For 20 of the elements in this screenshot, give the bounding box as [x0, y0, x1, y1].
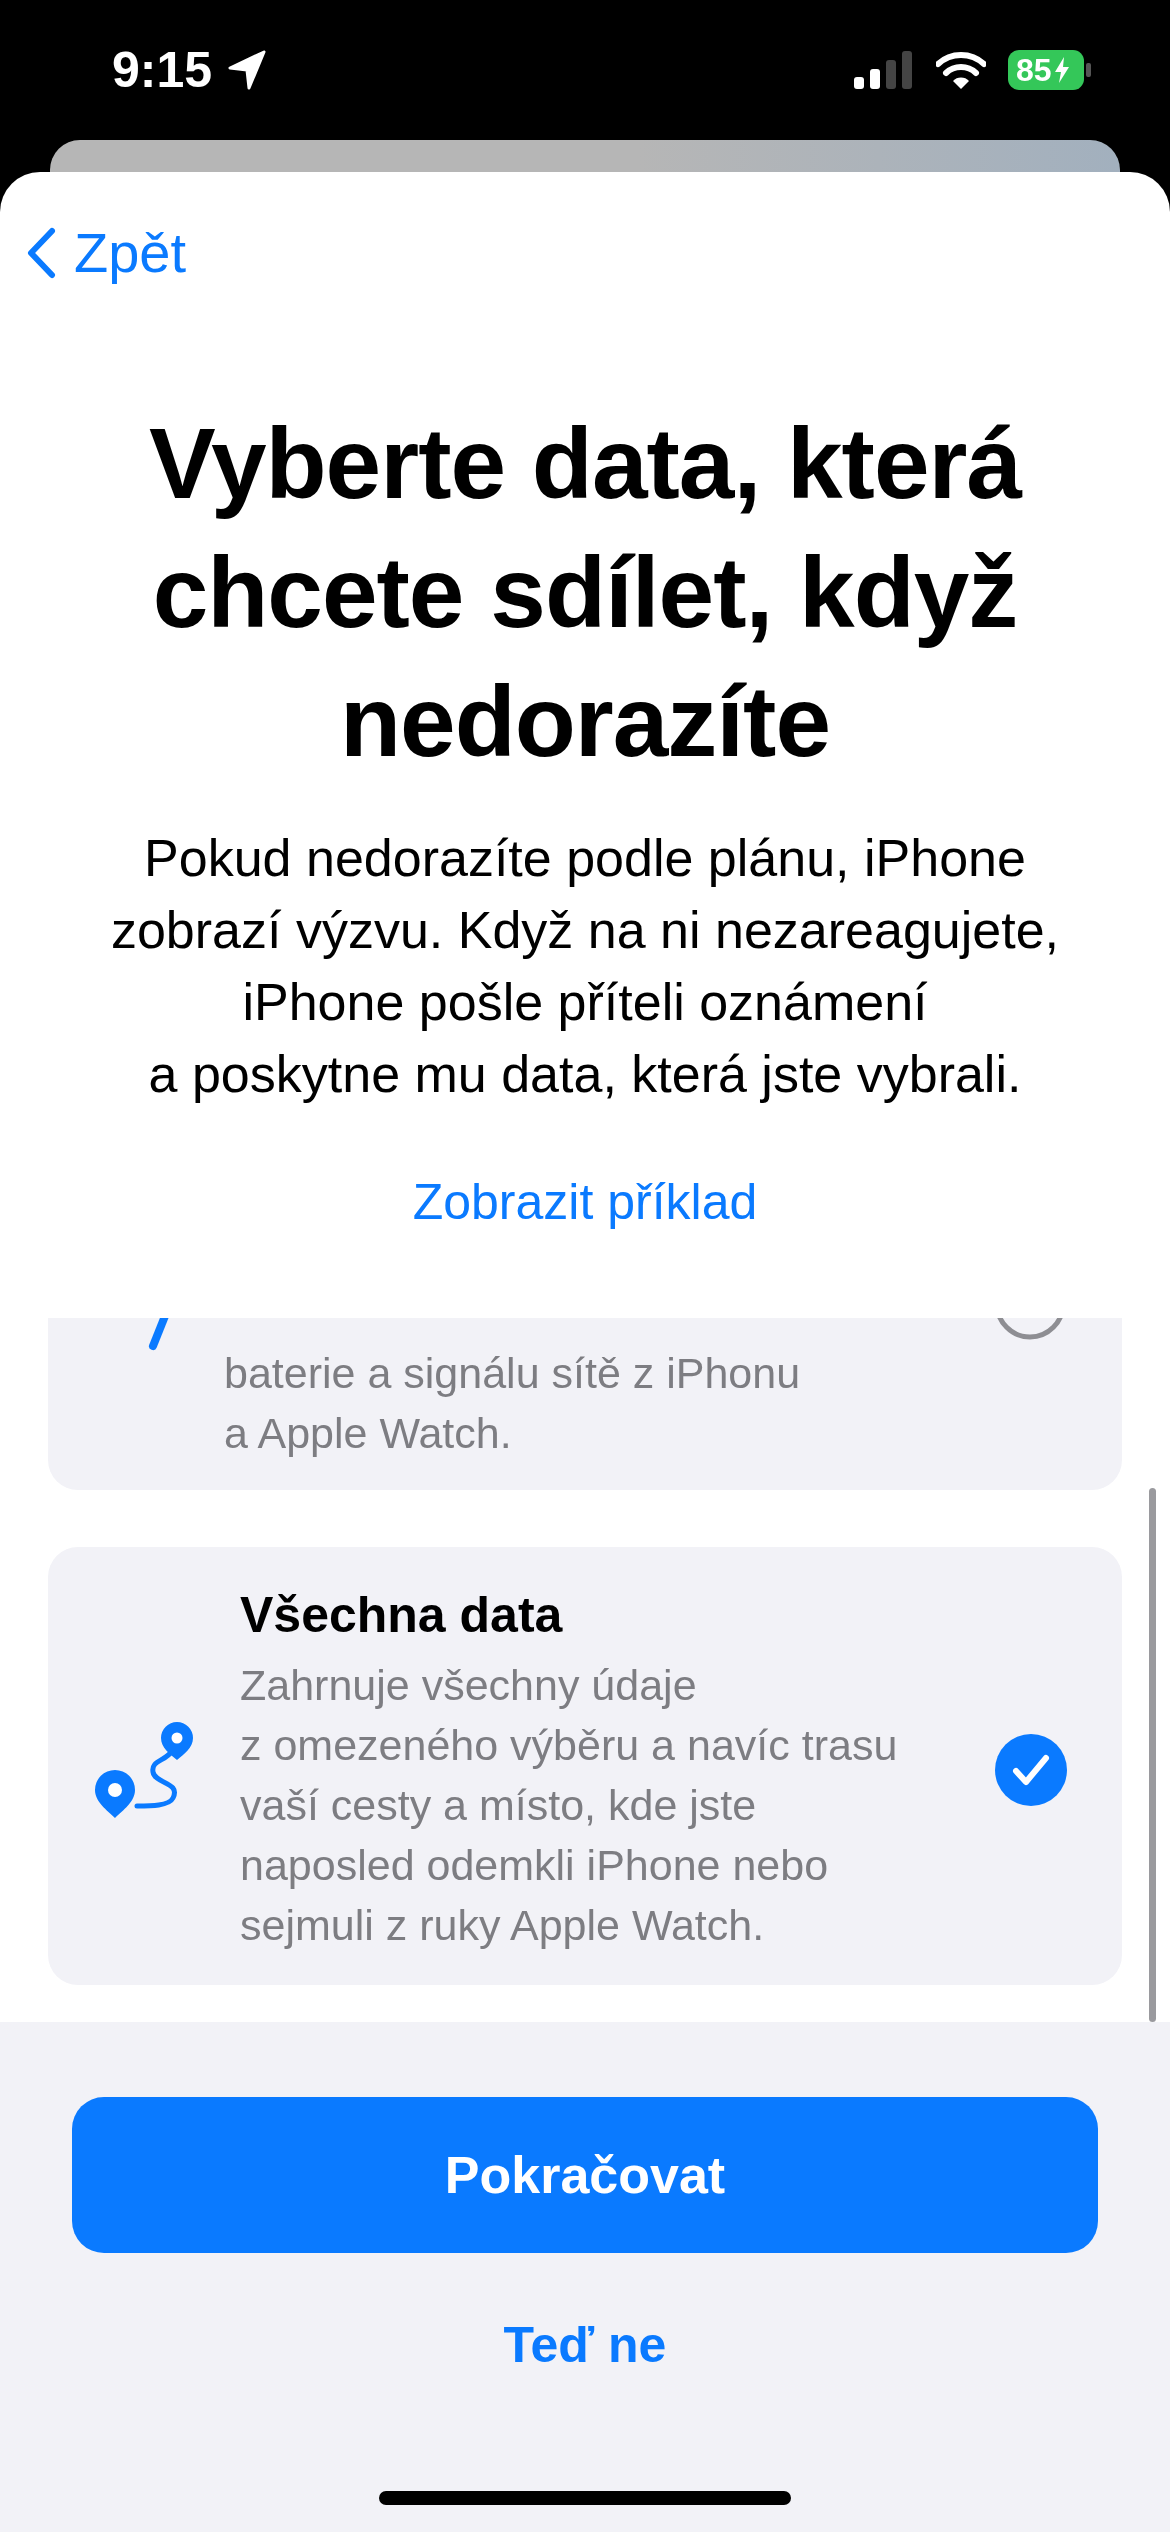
battery-level: 85: [1016, 51, 1052, 89]
battery-icon: [1008, 50, 1092, 90]
location-arrow-icon: [228, 50, 267, 90]
example-link[interactable]: Zobrazit příklad: [412, 1166, 758, 1238]
option-description: Zahrnuje všechny údaje z omezeného výběru a navíc trasu vaší cesty a místo, kde jste naposled odemkli iPhone nebo sejmuli z ruky Apple Watch.: [240, 1660, 899, 1951]
status-time: 9:15: [112, 41, 213, 99]
selected-checkmark-icon[interactable]: [995, 1734, 1067, 1806]
wifi-icon: [936, 51, 986, 89]
charging-bolt-icon: [1053, 57, 1070, 83]
continue-button[interactable]: Pokračovat: [72, 2097, 1098, 2253]
option-description: baterie a signálu sítě z iPhonu a Apple Watch.: [224, 1348, 802, 1459]
chevron-icon: [26, 226, 56, 279]
description: Pokud nedorazíte podle plánu, iPhone zobrazí výzvu. Když na ni nezareagujete, iPhone pošle příteli oznámení a poskytne mu data, která jste vybrali.: [109, 828, 1061, 1105]
signal-icon: [854, 51, 914, 89]
not-now-button[interactable]: Teď ne: [493, 2309, 677, 2381]
option-title: Všechna data: [240, 1586, 564, 1645]
back-button[interactable]: Zpět: [26, 220, 187, 285]
option-card[interactable]: baterie a signálu sítě z iPhonu a Apple Watch.: [48, 1318, 1122, 1490]
option-card[interactable]: Všechna data Zahrnuje všechny údaje z omezeného výběru a navíc trasu vaší cesty a místo, kde jste naposled odemkli iPhone nebo sejmuli z ruky Apple Watch.: [48, 1547, 1122, 1985]
page-title: Vyberte data, která chcete sdílet, když nedorazíte: [147, 406, 1024, 779]
